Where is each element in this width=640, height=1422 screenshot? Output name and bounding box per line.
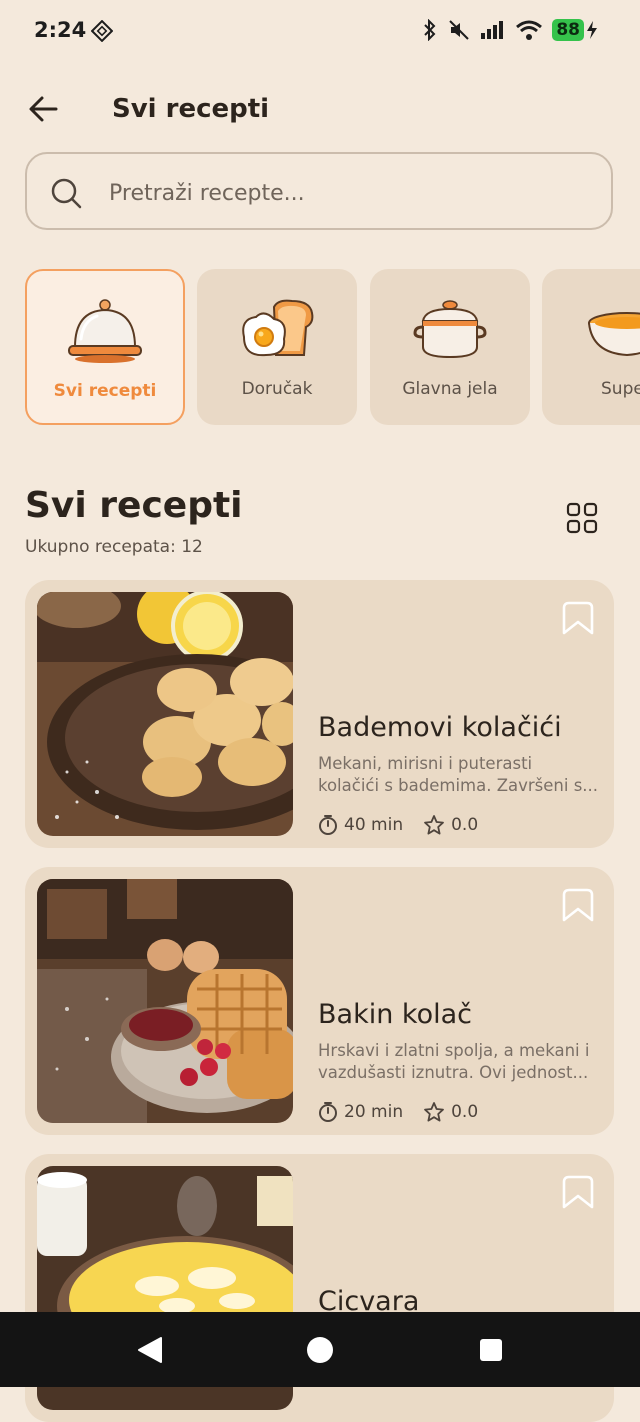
category-breakfast[interactable]: Doručak bbox=[197, 269, 357, 425]
wifi-icon bbox=[516, 20, 543, 40]
category-main-dishes[interactable]: Glavna jela bbox=[370, 269, 530, 425]
star-icon bbox=[424, 1102, 444, 1122]
nav-home-icon[interactable] bbox=[306, 1336, 334, 1364]
recipe-rating: 0.0 bbox=[423, 1101, 478, 1123]
category-label: Glavna jela bbox=[402, 379, 498, 399]
soup-bowl-icon bbox=[588, 312, 640, 357]
recipe-photo bbox=[37, 879, 293, 1123]
battery-indicator: 88 bbox=[552, 19, 598, 41]
timer-icon bbox=[319, 815, 337, 835]
recipe-time: 20 min bbox=[318, 1101, 403, 1123]
category-label: Doručak bbox=[241, 379, 313, 399]
page-title: Svi recepti bbox=[112, 94, 270, 124]
recipe-name: Bademovi kolačići bbox=[318, 712, 562, 743]
category-soups[interactable]: Supe bbox=[542, 269, 640, 425]
status-bar: 2:24 88 bbox=[0, 0, 640, 64]
egg-toast-icon bbox=[242, 299, 314, 357]
mute-icon bbox=[449, 20, 470, 40]
status-time: 2:24 bbox=[34, 18, 87, 42]
star-icon bbox=[424, 815, 444, 835]
recipe-time: 40 min bbox=[318, 814, 403, 836]
category-list: Svi recepti Doručak Glavna jela Supe bbox=[25, 269, 640, 425]
nav-recents-icon[interactable] bbox=[479, 1338, 503, 1362]
search-icon bbox=[51, 178, 82, 209]
grid-view-icon[interactable] bbox=[566, 502, 598, 534]
recipe-card[interactable]: Bademovi kolačići Mekani, mirisni i pute… bbox=[25, 580, 614, 848]
bookmark-icon[interactable] bbox=[561, 600, 595, 636]
cloche-icon bbox=[68, 299, 142, 363]
bookmark-icon[interactable] bbox=[561, 887, 595, 923]
category-label: Svi recepti bbox=[53, 381, 157, 401]
app-bar: Svi recepti bbox=[0, 80, 640, 140]
charging-icon bbox=[587, 21, 597, 39]
back-arrow-icon[interactable] bbox=[26, 92, 60, 126]
category-all-recipes[interactable]: Svi recepti bbox=[25, 269, 185, 425]
recipe-card[interactable]: Bakin kolač Hrskavi i zlatni spolja, a m… bbox=[25, 867, 614, 1135]
nfc-icon bbox=[91, 20, 113, 42]
recipe-name: Bakin kolač bbox=[318, 999, 472, 1030]
pot-icon bbox=[413, 300, 487, 359]
battery-level: 88 bbox=[552, 19, 584, 41]
system-navigation-bar bbox=[0, 1312, 640, 1387]
recipe-description: Mekani, mirisni i puterasti kolačići s b… bbox=[318, 754, 599, 795]
section-title: Svi recepti bbox=[25, 485, 243, 526]
recipe-count: Ukupno recepata: 12 bbox=[25, 537, 203, 557]
bluetooth-icon bbox=[424, 19, 436, 41]
timer-icon bbox=[319, 1102, 337, 1122]
search-input[interactable] bbox=[107, 172, 591, 214]
nav-back-icon[interactable] bbox=[137, 1336, 163, 1364]
search-bar[interactable] bbox=[25, 152, 613, 230]
bookmark-icon[interactable] bbox=[561, 1174, 595, 1210]
category-label: Supe bbox=[601, 379, 640, 399]
recipe-description: Hrskavi i zlatni spolja, a mekani i vazd… bbox=[318, 1041, 590, 1082]
recipe-rating: 0.0 bbox=[423, 814, 478, 836]
recipe-photo bbox=[37, 592, 293, 836]
signal-icon bbox=[481, 21, 504, 39]
